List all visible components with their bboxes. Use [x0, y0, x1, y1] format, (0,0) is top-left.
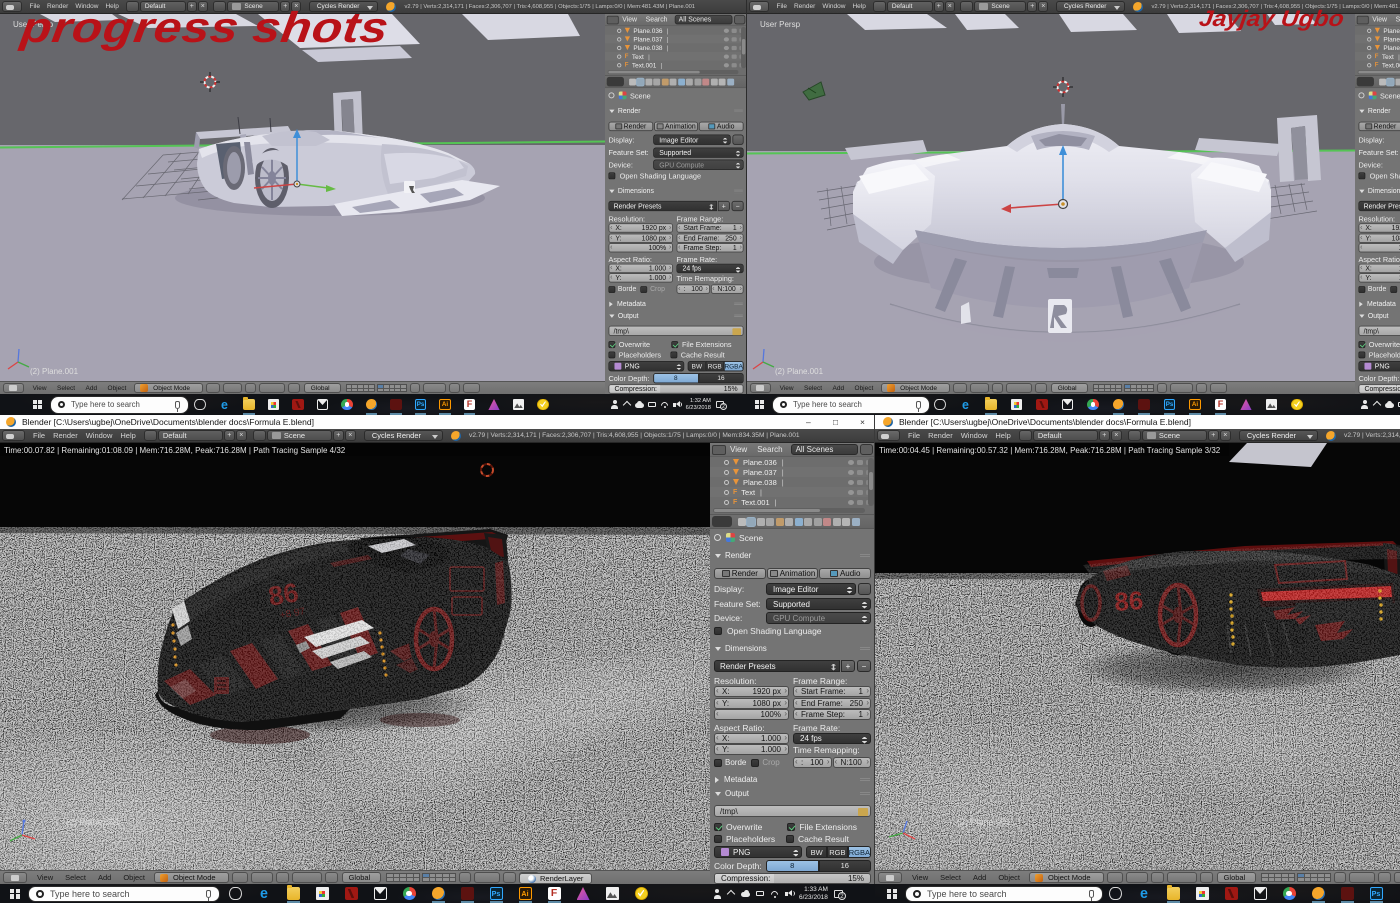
svg-text:(2) Plane.001: (2) Plane.001 [30, 367, 79, 376]
svg-text:Time:00.07.82 | Remaining:01:0: Time:00.07.82 | Remaining:01:08.09 | Mem… [4, 446, 346, 455]
svg-text:(2) Plane.001: (2) Plane.001 [957, 817, 1011, 827]
svg-text:(2) Plane.001: (2) Plane.001 [775, 367, 824, 376]
svg-text:Time:00:04.45 | Remaining:00.5: Time:00:04.45 | Remaining:00.57.32 | Mem… [879, 446, 1221, 455]
svg-text:User Persp: User Persp [760, 20, 801, 29]
svg-text:(2) Plane.001: (2) Plane.001 [66, 817, 120, 827]
